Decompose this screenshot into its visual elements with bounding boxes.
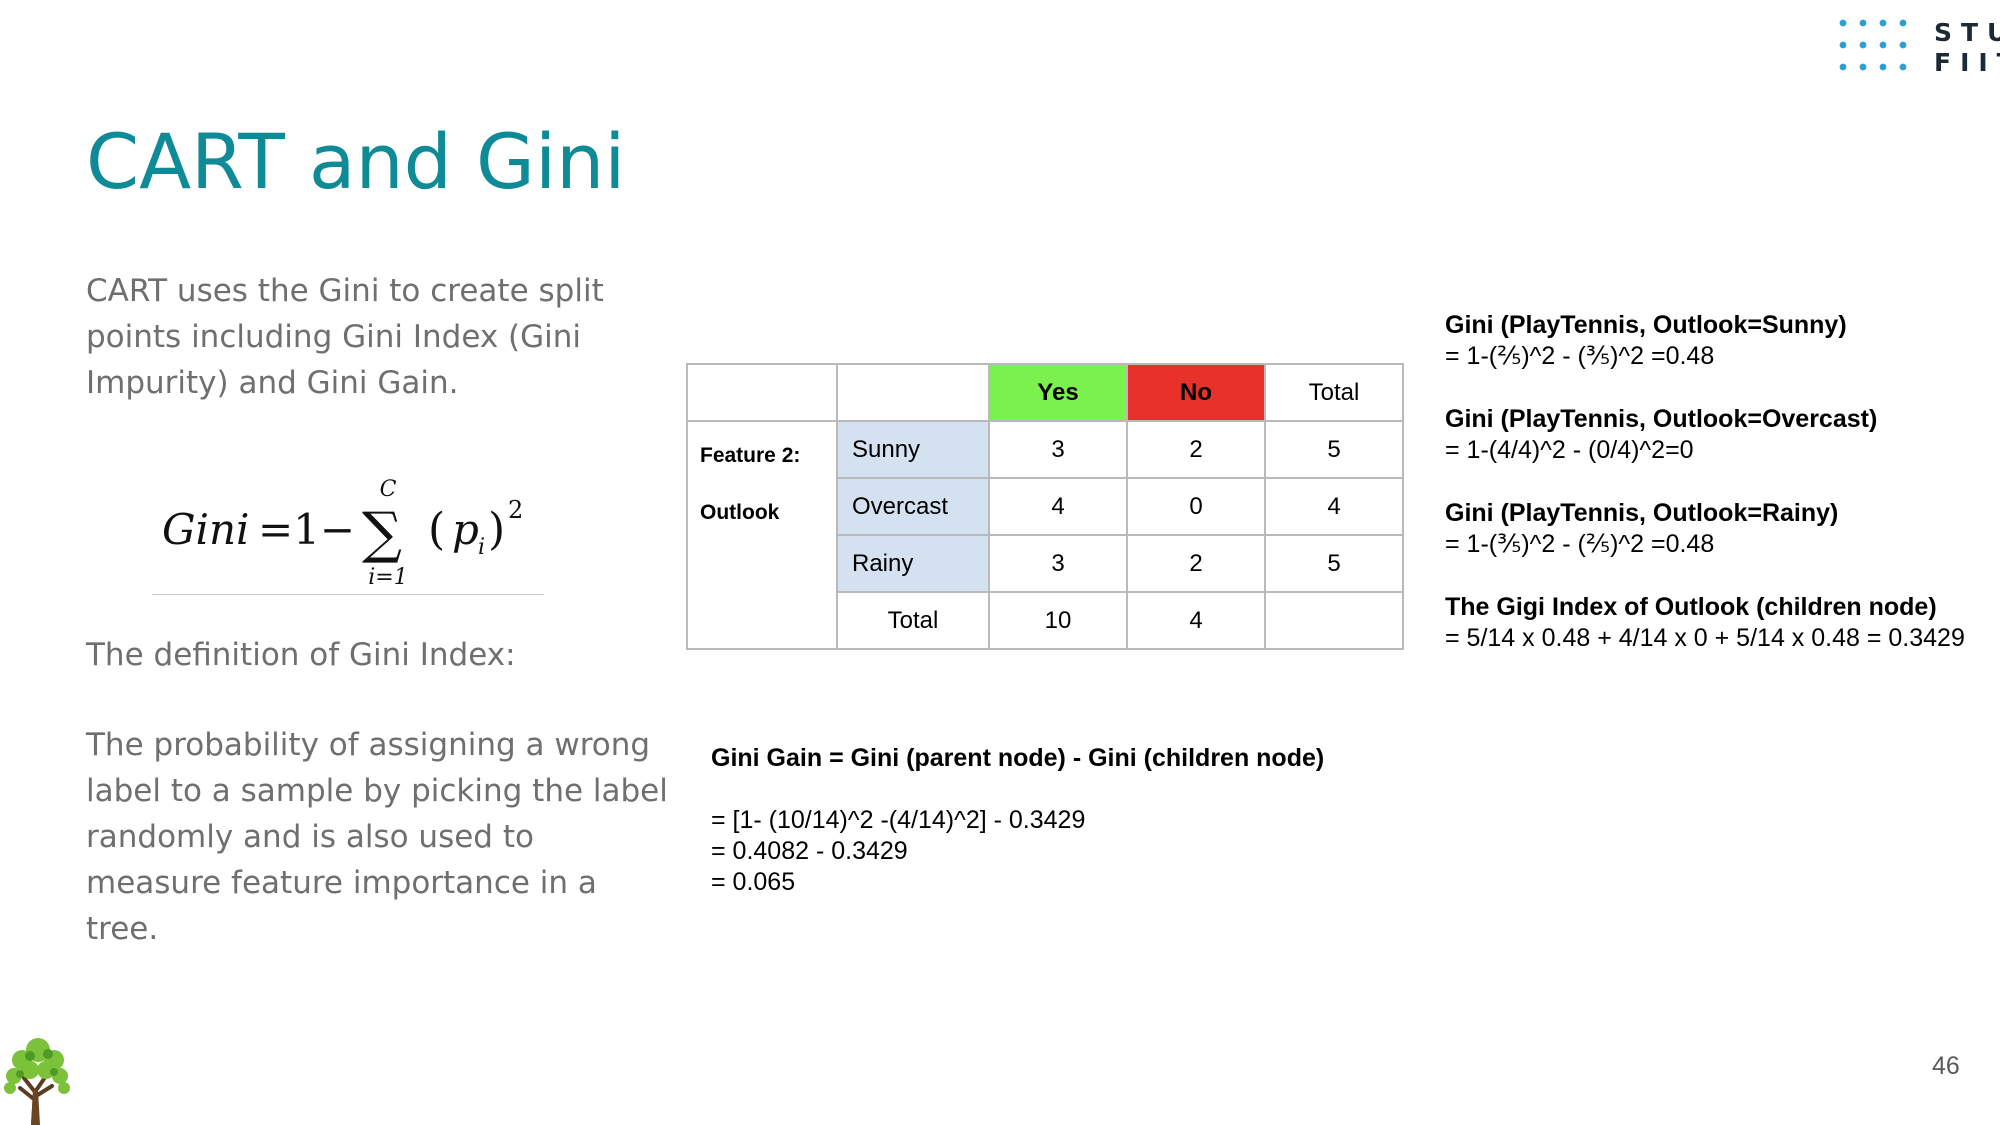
- calc-heading: Gini (PlayTennis, Outlook=Rainy): [1445, 499, 1839, 527]
- calc-item: Gini (PlayTennis, Outlook=Sunny) = 1-(⅖)…: [1445, 310, 2000, 372]
- cell-sunny-no: 2: [1126, 420, 1266, 479]
- formula-eq: =1−: [258, 505, 355, 554]
- gini-formula: Gini =1− ∑ C i=1 ( p i ) 2: [162, 477, 523, 590]
- cell-sunny-yes: 3: [988, 420, 1128, 479]
- formula-open: (: [428, 504, 445, 555]
- calc-heading: Gini (PlayTennis, Outlook=Overcast): [1445, 405, 1878, 433]
- calc-value: = 1-(4/4)^2 - (0/4)^2=0: [1445, 436, 1694, 464]
- cell-overcast-no: 0: [1126, 477, 1266, 536]
- header-no: No: [1126, 363, 1266, 422]
- logo-text: STU FIIT: [1934, 18, 2000, 78]
- header-total: Total: [1264, 363, 1404, 422]
- page-number: 46: [1932, 1052, 1960, 1080]
- formula-lower: i=1: [368, 565, 407, 590]
- cell-overcast-total: 4: [1264, 477, 1404, 536]
- row-label-overcast: Overcast: [836, 477, 990, 536]
- calc-value: = 1-(⅗)^2 - (⅖)^2 =0.48: [1445, 530, 1715, 558]
- tree-icon: [4, 1038, 70, 1125]
- feature-label-line1: Feature 2:: [700, 444, 801, 467]
- calc-heading: Gini (PlayTennis, Outlook=Sunny): [1445, 311, 1847, 339]
- gain-heading: Gini Gain = Gini (parent node) - Gini (c…: [711, 744, 1325, 772]
- table-header-row: Yes No Total: [686, 363, 1404, 422]
- feature-label-line2: Outlook: [700, 501, 780, 524]
- outlook-count-table: Yes No Total Feature 2: Outlook Sunny 3 …: [686, 363, 1404, 650]
- totals-label: Total: [836, 591, 990, 650]
- totals-total: [1264, 591, 1404, 650]
- formula-sigma: ∑: [362, 501, 402, 566]
- table-row: Feature 2: Outlook Sunny 3 2 5: [686, 420, 1404, 650]
- calc-value: = 1-(⅖)^2 - (⅗)^2 =0.48: [1445, 342, 1715, 370]
- table-empty-cell: [686, 363, 838, 422]
- calc-heading: The Gigi Index of Outlook (children node…: [1445, 593, 1937, 621]
- intro-text: CART uses the Gini to create split point…: [86, 273, 604, 401]
- calc-item: The Gigi Index of Outlook (children node…: [1445, 592, 2000, 654]
- gain-line: = [1- (10/14)^2 -(4/14)^2] - 0.3429: [711, 806, 1086, 834]
- gini-gain-calculation: Gini Gain = Gini (parent node) - Gini (c…: [711, 743, 1324, 898]
- formula-lhs: Gini: [162, 505, 249, 554]
- header-yes: Yes: [988, 363, 1128, 422]
- totals-no: 4: [1126, 591, 1266, 650]
- cell-overcast-yes: 4: [988, 477, 1128, 536]
- dot-grid-icon: [1839, 19, 1907, 71]
- table-empty-cell: [836, 363, 990, 422]
- gain-line: = 0.065: [711, 868, 796, 896]
- logo-line-2: FIIT: [1934, 48, 2000, 77]
- calc-item: Gini (PlayTennis, Outlook=Overcast) = 1-…: [1445, 404, 2000, 466]
- logo-line-1: STU: [1934, 18, 2000, 47]
- formula-sub: i: [478, 535, 485, 560]
- formula-power: 2: [508, 496, 523, 524]
- slide-title: CART and Gini: [86, 117, 626, 206]
- stu-fiit-logo: STU FIIT: [1838, 18, 2000, 78]
- formula-underline: [152, 594, 544, 595]
- feature-label: Feature 2: Outlook: [686, 420, 838, 650]
- formula-close: ): [488, 504, 505, 555]
- row-label-sunny: Sunny: [836, 420, 990, 479]
- cell-rainy-no: 2: [1126, 534, 1266, 593]
- totals-yes: 10: [988, 591, 1128, 650]
- gini-calculations: Gini (PlayTennis, Outlook=Sunny) = 1-(⅖)…: [1445, 310, 2000, 686]
- calc-value: = 5/14 x 0.48 + 4/14 x 0 + 5/14 x 0.48 =…: [1445, 624, 1965, 652]
- cell-rainy-total: 5: [1264, 534, 1404, 593]
- row-label-rainy: Rainy: [836, 534, 990, 593]
- definition-title: The definition of Gini Index:: [86, 637, 516, 673]
- definition-body: The probability of assigning a wrong lab…: [86, 727, 668, 947]
- formula-p: p: [452, 505, 479, 554]
- gain-line: = 0.4082 - 0.3429: [711, 837, 908, 865]
- cell-sunny-total: 5: [1264, 420, 1404, 479]
- formula-upper: C: [380, 477, 397, 502]
- cell-rainy-yes: 3: [988, 534, 1128, 593]
- calc-item: Gini (PlayTennis, Outlook=Rainy) = 1-(⅗)…: [1445, 498, 2000, 560]
